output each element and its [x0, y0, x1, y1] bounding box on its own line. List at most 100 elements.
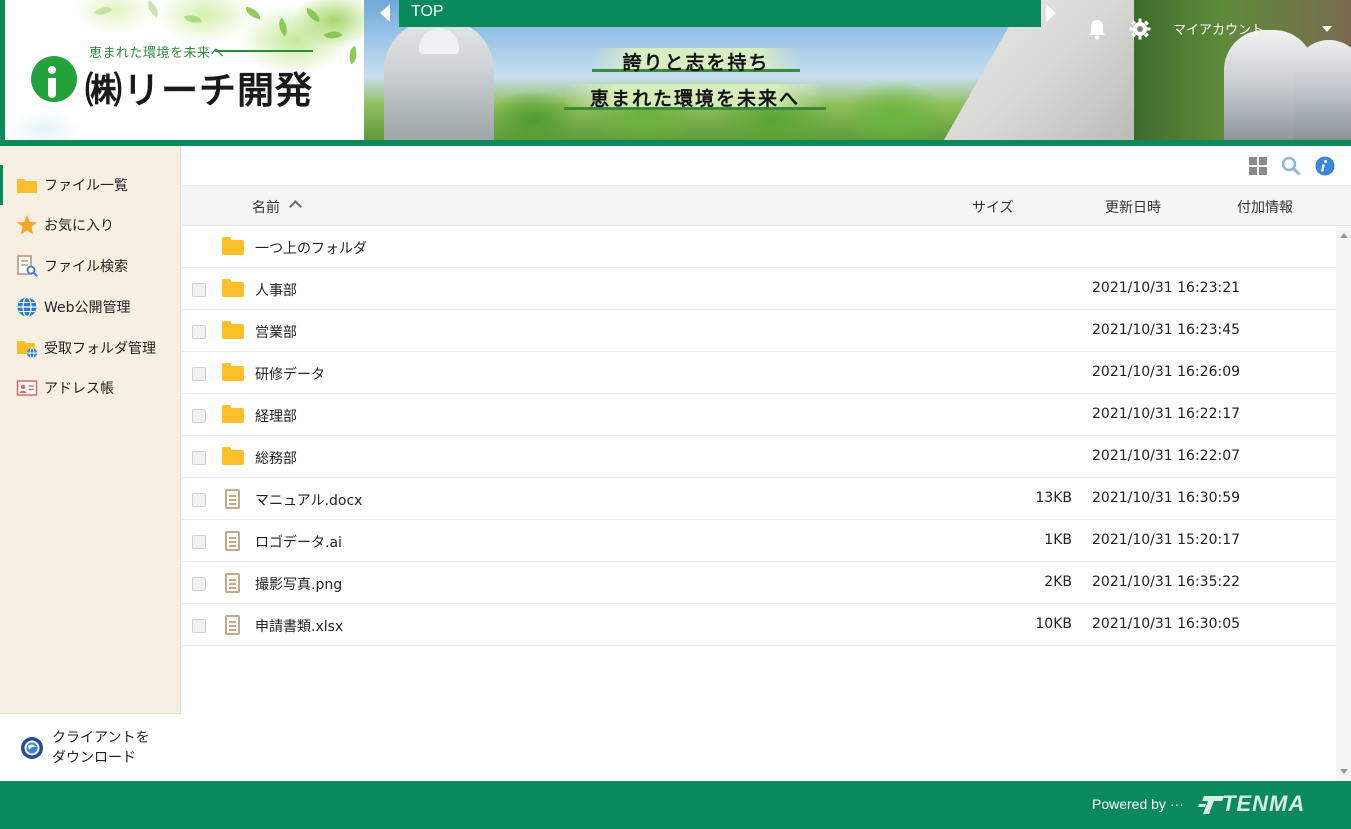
- logo-tagline: 恵まれた環境を未来へ: [89, 46, 225, 61]
- row-modified: 2021/10/31 16:23:45: [1092, 322, 1241, 338]
- row-name[interactable]: 研修データ: [255, 364, 325, 384]
- company-name: ㈱リーチ開発: [85, 69, 313, 112]
- vertical-scrollbar[interactable]: [1336, 227, 1351, 781]
- table-row[interactable]: 研修データ 2021/10/31 16:26:09: [182, 353, 1336, 394]
- row-name[interactable]: 申請書類.xlsx: [255, 616, 343, 636]
- banner-slogan-2: 恵まれた環境を未来へ: [564, 84, 826, 110]
- row-checkbox[interactable]: [192, 493, 206, 507]
- table-row[interactable]: 申請書類.xlsx 10KB 2021/10/31 16:30:05: [182, 605, 1336, 646]
- app-footer: Powered by ··· TENMA: [0, 781, 1351, 829]
- sidebar-item-file-search[interactable]: ファイル検索: [0, 246, 181, 286]
- row-name[interactable]: 人事部: [255, 280, 297, 300]
- folder-icon: [222, 320, 244, 342]
- file-list-panel: 名前 サイズ 更新日時 付加情報 一つ上のフォルダ 人事部 2021/10/31…: [182, 146, 1351, 781]
- gear-icon[interactable]: [1129, 18, 1151, 40]
- globe-icon: [17, 296, 37, 318]
- app-header: 恵まれた環境を未来へ ㈱リーチ開発 誇りと志を持ち 恵まれた環境を未来へ TOP: [0, 0, 1351, 146]
- my-account-menu[interactable]: マイアカウント: [1173, 19, 1264, 38]
- row-name[interactable]: 総務部: [255, 448, 297, 468]
- parent-folder-label: 一つ上のフォルダ: [255, 241, 367, 257]
- sidebar-item-label: ファイル一覧: [44, 178, 128, 194]
- nav-next-arrow-icon[interactable]: [1046, 4, 1056, 22]
- company-logo[interactable]: 恵まれた環境を未来へ ㈱リーチ開発: [0, 0, 364, 140]
- sidebar-item-favorites[interactable]: お気に入り: [0, 205, 181, 245]
- row-name[interactable]: ロゴデータ.ai: [255, 532, 342, 552]
- row-checkbox[interactable]: [192, 367, 206, 381]
- row-checkbox[interactable]: [192, 535, 206, 549]
- column-header-extra[interactable]: 付加情報: [1237, 197, 1293, 217]
- row-size: 13KB: [1035, 490, 1072, 506]
- row-name[interactable]: 営業部: [255, 322, 297, 342]
- table-row[interactable]: 営業部 2021/10/31 16:23:45: [182, 311, 1336, 352]
- column-header-modified[interactable]: 更新日時: [1105, 197, 1161, 217]
- sidebar-item-label: Web公開管理: [44, 300, 131, 316]
- sidebar-item-file-list[interactable]: ファイル一覧: [0, 165, 181, 205]
- row-name[interactable]: マニュアル.docx: [255, 490, 362, 510]
- sidebar-item-label: お気に入り: [44, 218, 114, 234]
- scroll-up-arrow-icon[interactable]: [1340, 233, 1348, 238]
- column-header-size[interactable]: サイズ: [972, 197, 1014, 217]
- file-toolbar: [182, 146, 1351, 186]
- folder-icon: [17, 179, 37, 193]
- client-download-label: クライアントを ダウンロード: [52, 728, 172, 768]
- folder-icon: [222, 404, 244, 426]
- row-size: 10KB: [1035, 616, 1072, 632]
- top-nav-label: TOP: [411, 3, 444, 20]
- tagline-underline: [215, 50, 313, 52]
- vendor-name: TENMA: [1222, 791, 1306, 816]
- top-nav-bar: TOP: [380, 0, 1060, 27]
- row-checkbox[interactable]: [192, 451, 206, 465]
- document-icon: [222, 572, 244, 594]
- scroll-down-arrow-icon[interactable]: [1340, 769, 1348, 774]
- row-size: 2KB: [1044, 574, 1072, 590]
- row-checkbox[interactable]: [192, 325, 206, 339]
- sidebar-item-label: 受取フォルダ管理: [44, 341, 156, 357]
- grid-view-icon[interactable]: [1248, 156, 1268, 176]
- banner-worker-right-2: [1294, 40, 1351, 140]
- sidebar: ファイル一覧 お気に入り ファイル検索 Web公開管理 受取フォルダ管理 アドレ…: [0, 146, 181, 781]
- row-name[interactable]: 撮影写真.png: [255, 574, 342, 594]
- client-download-line-2: ダウンロード: [52, 750, 136, 766]
- info-icon[interactable]: [1315, 156, 1335, 176]
- nav-prev-arrow-icon[interactable]: [380, 4, 390, 22]
- folder-icon: [222, 278, 244, 300]
- table-row[interactable]: 人事部 2021/10/31 16:23:21: [182, 269, 1336, 310]
- row-modified: 2021/10/31 16:26:09: [1092, 364, 1241, 380]
- row-modified: 2021/10/31 16:22:07: [1092, 448, 1241, 464]
- file-table-body: 一つ上のフォルダ 人事部 2021/10/31 16:23:21 営業部 202…: [182, 227, 1336, 781]
- banner-slogan-1: 誇りと志を持ち: [592, 48, 800, 74]
- table-row[interactable]: マニュアル.docx 13KB 2021/10/31 16:30:59: [182, 479, 1336, 520]
- row-checkbox[interactable]: [192, 283, 206, 297]
- receive-folder-icon: [17, 341, 37, 359]
- table-row[interactable]: 撮影写真.png 2KB 2021/10/31 16:35:22: [182, 563, 1336, 604]
- sidebar-item-receive-folder[interactable]: 受取フォルダ管理: [0, 328, 181, 368]
- client-download-button[interactable]: クライアントを ダウンロード: [0, 713, 181, 781]
- bell-icon[interactable]: [1087, 18, 1107, 40]
- sidebar-item-web-publish[interactable]: Web公開管理: [0, 287, 181, 327]
- row-checkbox[interactable]: [192, 409, 206, 423]
- table-row[interactable]: 経理部 2021/10/31 16:22:17: [182, 395, 1336, 436]
- row-modified: 2021/10/31 15:20:17: [1092, 532, 1241, 548]
- row-checkbox[interactable]: [192, 577, 206, 591]
- client-app-icon: [21, 737, 43, 759]
- row-modified: 2021/10/31 16:23:21: [1092, 280, 1241, 296]
- folder-icon: [222, 446, 244, 468]
- table-header: 名前 サイズ 更新日時 付加情報: [182, 186, 1351, 226]
- sidebar-item-address-book[interactable]: アドレス帳: [0, 368, 181, 408]
- row-checkbox[interactable]: [192, 619, 206, 633]
- column-header-name[interactable]: 名前: [252, 197, 280, 217]
- parent-folder-row[interactable]: 一つ上のフォルダ: [182, 227, 1336, 268]
- document-icon: [222, 614, 244, 636]
- row-modified: 2021/10/31 16:22:17: [1092, 406, 1241, 422]
- table-row[interactable]: 総務部 2021/10/31 16:22:07: [182, 437, 1336, 478]
- logo-mark-icon: [31, 56, 77, 102]
- search-icon[interactable]: [1281, 156, 1301, 176]
- row-name[interactable]: 経理部: [255, 406, 297, 426]
- top-nav-link[interactable]: TOP: [399, 0, 1041, 27]
- sidebar-item-label: アドレス帳: [44, 381, 114, 397]
- folder-icon: [222, 236, 244, 258]
- table-row[interactable]: ロゴデータ.ai 1KB 2021/10/31 15:20:17: [182, 521, 1336, 562]
- chevron-down-icon[interactable]: [1322, 26, 1332, 32]
- sort-ascending-icon[interactable]: [289, 200, 302, 213]
- document-icon: [222, 530, 244, 552]
